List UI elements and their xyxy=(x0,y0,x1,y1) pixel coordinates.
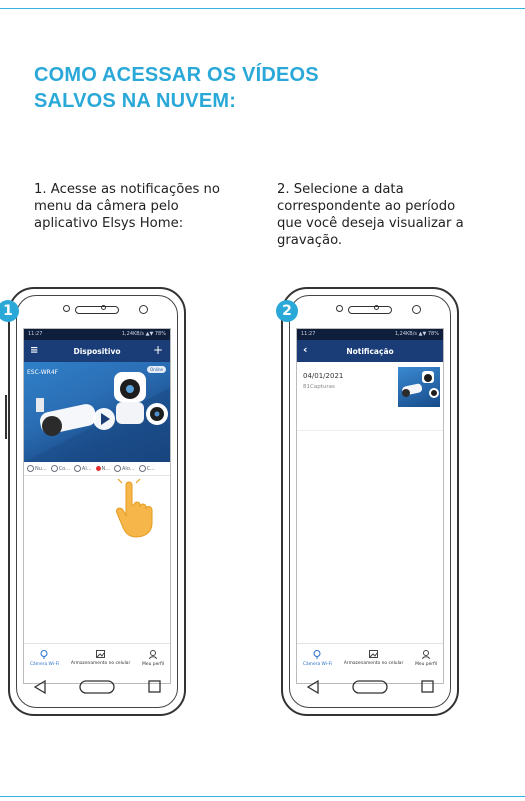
status-bar: 11:27 1,24KB/s ▲▼ 78% xyxy=(24,329,170,340)
step-2-text: 2. Selecione a data correspondente ao pe… xyxy=(277,182,464,248)
notifications-menu-item[interactable]: N... xyxy=(95,465,110,472)
camera-menu-row: Nu... Co... Al... N... Alo... C... xyxy=(24,462,170,476)
menu-item-5[interactable]: Alo... xyxy=(114,465,135,472)
sensor-dot xyxy=(336,305,343,312)
menu-item-2[interactable]: Co... xyxy=(50,465,70,472)
sensor-dot xyxy=(63,305,70,312)
app-bar: ≡ Dispositivo + xyxy=(24,340,170,362)
notification-indicator-icon xyxy=(95,466,101,471)
step-1-text: 1. Acesse as notificações no menu da câm… xyxy=(34,182,220,231)
top-rule xyxy=(0,8,525,9)
app-bar-title: Dispositivo xyxy=(73,346,121,356)
bottom-nav: Câmera Wi-Fi Armazenamento no celular Me… xyxy=(297,643,443,683)
thumbnail-image xyxy=(402,371,439,398)
add-icon[interactable]: + xyxy=(153,343,163,357)
status-indicators: 1,24KB/s ▲▼ 78% xyxy=(121,331,166,337)
earpiece xyxy=(75,306,119,314)
status-bar: 11:27 1,24KB/s ▲▼ 78% xyxy=(297,329,443,340)
camera-products-image xyxy=(24,372,170,462)
status-indicators: 1,24KB/s ▲▼ 78% xyxy=(394,331,439,337)
menu-item-3[interactable]: Al... xyxy=(73,465,92,472)
phone-2-screen: 11:27 1,24KB/s ▲▼ 78% ‹ Notificação 04/0… xyxy=(296,328,444,684)
phone-1: 11:27 1,24KB/s ▲▼ 78% ≡ Dispositivo + ES… xyxy=(5,287,186,716)
android-softkeys xyxy=(306,679,434,695)
earpiece xyxy=(348,306,392,314)
recents-key-icon xyxy=(148,680,161,693)
device-card[interactable]: ESC-WR4F Online xyxy=(24,362,170,462)
notification-list-item[interactable]: 04/01/2021 81Capturas xyxy=(297,362,443,431)
front-sensor xyxy=(101,305,106,310)
menu-item-6[interactable]: C... xyxy=(138,465,155,472)
title-line-2: SALVOS NA NUVEM: xyxy=(34,90,237,112)
side-button xyxy=(5,395,7,439)
phone-2: 11:27 1,24KB/s ▲▼ 78% ‹ Notificação 04/0… xyxy=(281,287,459,716)
page-title: COMO ACESSAR OS VÍDEOS SALVOS NA NUVEM: xyxy=(34,62,319,114)
nav-storage[interactable]: Armazenamento no celular xyxy=(71,650,130,666)
app-bar-title: Notificação xyxy=(346,346,394,356)
profile-icon xyxy=(149,650,158,659)
nav-camera-wifi[interactable]: Câmera Wi-Fi xyxy=(30,650,59,667)
app-bar: ‹ Notificação xyxy=(297,340,443,362)
profile-icon xyxy=(422,650,431,659)
android-softkeys xyxy=(33,679,161,695)
front-sensor xyxy=(374,305,379,310)
nav-storage[interactable]: Armazenamento no celular xyxy=(344,650,403,666)
gallery-icon xyxy=(369,650,379,658)
status-time: 11:27 xyxy=(28,331,43,337)
front-camera xyxy=(412,305,421,314)
recents-key-icon xyxy=(421,680,434,693)
back-key-icon xyxy=(33,679,46,695)
front-camera xyxy=(139,305,148,314)
tap-hand-icon xyxy=(116,479,153,538)
home-key-icon xyxy=(352,680,388,694)
title-line-1: COMO ACESSAR OS VÍDEOS xyxy=(34,64,319,86)
camera-nav-icon xyxy=(313,650,321,659)
nav-camera-wifi[interactable]: Câmera Wi-Fi xyxy=(303,650,332,667)
gallery-icon xyxy=(96,650,106,658)
menu-item-1[interactable]: Nu... xyxy=(27,465,47,472)
back-key-icon xyxy=(306,679,319,695)
status-time: 11:27 xyxy=(301,331,316,337)
nav-profile[interactable]: Meu perfil xyxy=(415,650,437,667)
camera-nav-icon xyxy=(40,650,48,659)
step-2-badge: 2 xyxy=(276,300,298,322)
menu-icon[interactable]: ≡ xyxy=(30,345,38,356)
phone-1-screen: 11:27 1,24KB/s ▲▼ 78% ≡ Dispositivo + ES… xyxy=(23,328,171,684)
nav-profile[interactable]: Meu perfil xyxy=(142,650,164,667)
home-key-icon xyxy=(79,680,115,694)
bottom-rule xyxy=(0,796,525,797)
back-arrow-icon[interactable]: ‹ xyxy=(303,343,308,356)
notification-thumbnail xyxy=(398,367,440,407)
bottom-nav: Câmera Wi-Fi Armazenamento no celular Me… xyxy=(24,643,170,683)
